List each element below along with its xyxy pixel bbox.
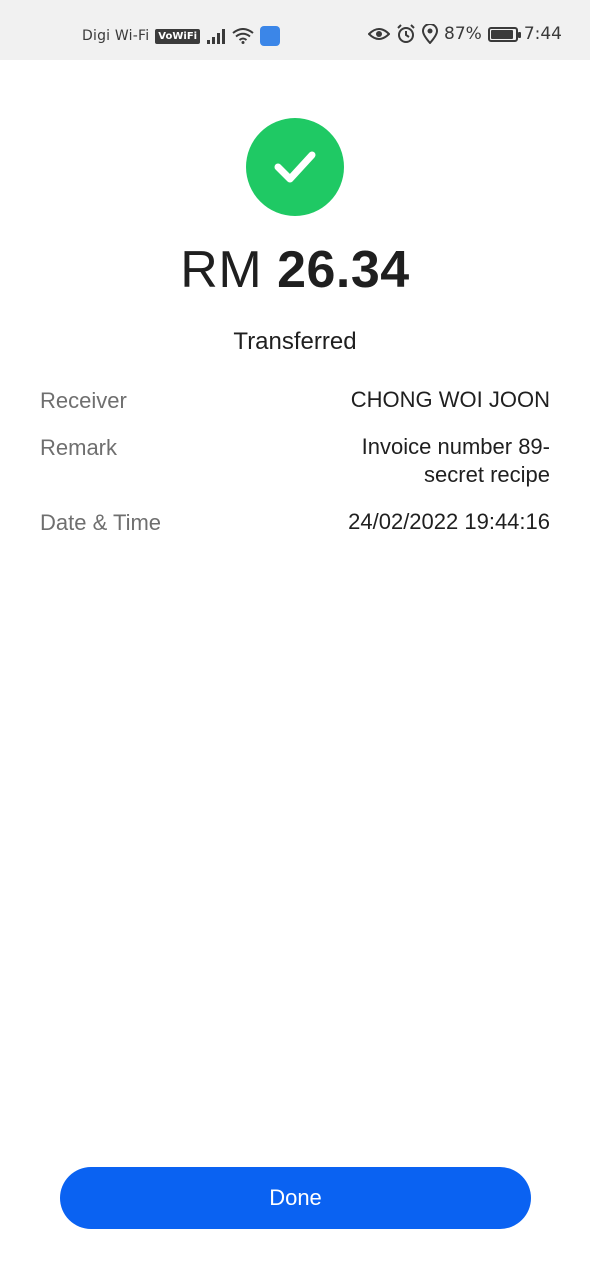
- detail-label: Receiver: [40, 388, 127, 413]
- detail-label: Remark: [40, 435, 118, 460]
- done-button[interactable]: Done: [60, 1167, 531, 1229]
- detail-row-datetime: Date & Time 24/02/2022 19:44:16: [40, 508, 550, 536]
- battery-icon: [487, 26, 521, 42]
- detail-value: CHONG WOI JOON: [350, 387, 550, 412]
- app-notification-icon: [260, 26, 281, 46]
- clock-time: 7:44: [523, 24, 562, 44]
- battery-percentage: 87%: [444, 24, 482, 44]
- transfer-status: Transferred: [233, 328, 357, 355]
- detail-value: 24/02/2022 19:44:16: [348, 509, 550, 534]
- detail-value: Invoice number 89- secret recipe: [361, 434, 550, 487]
- check-icon: [274, 151, 316, 183]
- status-bar-left: Digi Wi-Fi VoWiFi: [82, 26, 281, 46]
- vowifi-badge: VoWiFi: [155, 28, 201, 44]
- signal-icon: [206, 28, 226, 44]
- eye-icon: [368, 26, 391, 42]
- alarm-icon: [396, 24, 416, 44]
- detail-row-receiver: Receiver CHONG WOI JOON: [40, 386, 550, 414]
- transfer-amount: RM 26.34: [0, 240, 590, 300]
- success-check-badge: [246, 118, 344, 216]
- status-bar-right: 87% 7:44: [368, 24, 562, 44]
- amount-value: 26.34: [277, 241, 410, 299]
- carrier-name: Digi Wi-Fi: [82, 28, 150, 44]
- detail-row-remark: Remark Invoice number 89- secret recipe: [40, 433, 550, 489]
- detail-label: Date & Time: [40, 510, 162, 535]
- status-bar: Digi Wi-Fi VoWiFi 87% 7:44: [0, 0, 590, 60]
- location-icon: [422, 24, 439, 44]
- wifi-icon: [232, 28, 254, 44]
- currency-label: RM: [180, 241, 263, 299]
- transaction-details: Receiver CHONG WOI JOON Remark Invoice n…: [40, 386, 550, 555]
